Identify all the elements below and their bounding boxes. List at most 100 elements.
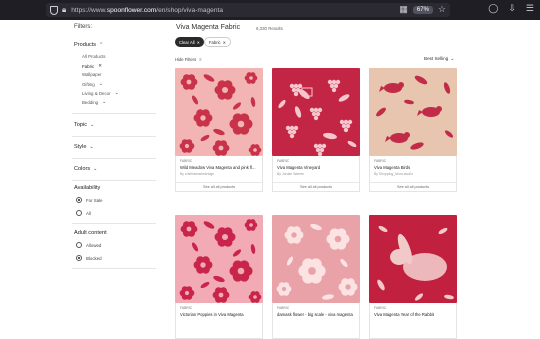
sidebar-item-gifting[interactable]: Gifting ⌄	[82, 81, 103, 87]
product-designer[interactable]: By cristinamariedesign	[180, 172, 258, 176]
url-text[interactable]: https://www.spoonflower.com/en/shop/viva…	[71, 7, 223, 14]
divider	[72, 113, 156, 114]
sidebar-item-wallpaper[interactable]: Wallpaper	[82, 72, 102, 77]
see-all-products-link[interactable]: See all all products	[273, 182, 359, 191]
filters-sidebar: Filters: Products ⌃ All Products Fabric ✕…	[70, 20, 156, 324]
availability-label: Availability	[74, 185, 101, 191]
radio-unchecked-icon[interactable]	[76, 242, 82, 248]
colors-label: Colors	[74, 166, 91, 172]
radio-label: Allowed	[86, 242, 102, 248]
filters-title: Filters:	[74, 24, 92, 30]
close-icon[interactable]: ✕	[98, 63, 102, 69]
product-designer[interactable]: By Jordan Warren	[277, 172, 355, 176]
shield-icon[interactable]	[50, 5, 58, 15]
zoom-level[interactable]: 67%	[412, 5, 433, 14]
sidebar-item-living-decor[interactable]: Living & Decor ⌄	[82, 90, 119, 96]
adult-content-allowed-radio[interactable]: Allowed	[76, 242, 101, 248]
radio-checked-icon[interactable]	[76, 197, 82, 203]
availability-all-radio[interactable]: All	[76, 210, 91, 216]
product-card[interactable]: FABRIC Wild Meadow Viva Magenta and pink…	[175, 68, 263, 192]
filter-chip-label: Fabric	[209, 39, 221, 45]
chevron-down-icon: ⌄	[450, 56, 455, 62]
product-name[interactable]: Viva Magenta Birds	[374, 165, 452, 170]
product-card[interactable]: FABRIC damask flower - big scale - viva …	[272, 215, 360, 339]
availability-for-sale-radio[interactable]: For Sale	[76, 197, 103, 203]
clear-all-button[interactable]: Clear All ✕	[175, 37, 205, 47]
chevron-down-icon: ⌄	[114, 90, 119, 96]
lock-icon[interactable]: 🔒︎	[62, 5, 66, 15]
product-name[interactable]: Victorian Poppies in Viva Magenta	[180, 312, 258, 317]
products-label: Products	[74, 42, 97, 48]
clear-all-label: Clear All	[179, 39, 195, 45]
topic-label: Topic	[74, 122, 88, 128]
see-all-products-link[interactable]: See all all products	[370, 182, 456, 191]
active-filter-chip[interactable]: Fabric ✕	[204, 37, 232, 47]
product-card[interactable]: FABRIC Viva Magenta Year of the Rabbit	[369, 215, 457, 339]
product-card[interactable]: FABRIC Victorian Poppies in Viva Magenta	[175, 215, 263, 339]
product-thumbnail[interactable]	[369, 215, 457, 303]
radio-unchecked-icon[interactable]	[76, 210, 82, 216]
product-thumbnail[interactable]	[175, 215, 263, 303]
url-bar[interactable]: 🔒︎ https://www.spoonflower.com/en/shop/v…	[46, 3, 450, 17]
sidebar-item-all-products[interactable]: All Products	[82, 54, 105, 59]
product-info: FABRIC damask flower - big scale - viva …	[272, 303, 360, 339]
product-info: FABRIC Viva Magenta Year of the Rabbit	[369, 303, 457, 339]
bookmark-star-icon[interactable]: ☆	[438, 5, 446, 14]
topic-filter-toggle[interactable]: Topic ⌄	[74, 122, 94, 128]
chevron-down-icon: ⌄	[90, 122, 95, 128]
availability-heading: Availability	[74, 185, 100, 191]
radio-label: Blocked	[86, 255, 102, 261]
style-filter-toggle[interactable]: Style ⌄	[74, 144, 94, 150]
divider	[72, 268, 156, 269]
product-category: FABRIC	[277, 306, 290, 310]
product-info: FABRIC Wild Meadow Viva Magenta and pink…	[175, 156, 263, 192]
product-thumbnail[interactable]	[369, 68, 457, 156]
product-listing: Viva Magenta Fabric 6,330 Results Clear …	[170, 20, 470, 339]
product-category: FABRIC	[180, 306, 193, 310]
product-name[interactable]: damask flower - big scale - viva magenta	[277, 312, 355, 317]
item-label: Fabric	[82, 63, 95, 69]
product-card[interactable]: FABRIC Viva Magenta Birds By Shopping_Mo…	[369, 68, 457, 192]
item-label: Wallpaper	[82, 72, 102, 77]
product-info: FABRIC Viva Magenta Vineyard By Jordan W…	[272, 156, 360, 192]
pocket-icon[interactable]: ◯	[488, 4, 498, 13]
divider	[72, 136, 156, 137]
divider	[72, 180, 156, 181]
product-info: FABRIC Victorian Poppies in Viva Magenta	[175, 303, 263, 339]
product-category: FABRIC	[374, 159, 387, 163]
adult-content-blocked-radio[interactable]: Blocked	[76, 255, 102, 261]
sidebar-item-fabric[interactable]: Fabric ✕	[82, 63, 102, 69]
filter-sliders-icon: ≡	[199, 57, 202, 62]
product-designer[interactable]: By Shopping_Mom-studio	[374, 172, 452, 176]
products-filter-toggle[interactable]: Products ⌃	[74, 42, 103, 48]
colors-filter-toggle[interactable]: Colors ⌄	[74, 166, 97, 172]
product-info: FABRIC Viva Magenta Birds By Shopping_Mo…	[369, 156, 457, 192]
divider	[72, 158, 156, 159]
see-all-products-link[interactable]: See all all products	[176, 182, 262, 191]
product-card[interactable]: FABRIC Viva Magenta Vineyard By Jordan W…	[272, 68, 360, 192]
hide-filters-button[interactable]: Hide Filters ≡	[175, 57, 202, 62]
product-thumbnail[interactable]	[175, 68, 263, 156]
adult-content-heading: Adult content	[74, 230, 107, 236]
sort-dropdown[interactable]: Best Selling ⌄	[424, 56, 454, 62]
product-category: FABRIC	[277, 159, 290, 163]
product-name[interactable]: Wild Meadow Viva Magenta and pink fl...	[180, 165, 258, 170]
chevron-up-icon: ⌃	[99, 42, 104, 48]
download-icon[interactable]: ⇩	[508, 4, 516, 13]
browser-toolbar: 🔒︎ https://www.spoonflower.com/en/shop/v…	[0, 0, 540, 20]
extensions-icon[interactable]: ☰	[526, 4, 534, 13]
item-label: Living & Decor	[82, 90, 111, 96]
product-name[interactable]: Viva Magenta Year of the Rabbit	[374, 312, 452, 317]
item-label: Gifting	[82, 81, 95, 87]
product-category: FABRIC	[374, 306, 387, 310]
close-icon[interactable]: ✕	[223, 40, 227, 45]
hide-filters-label: Hide Filters	[175, 57, 197, 62]
product-thumbnail[interactable]	[272, 68, 360, 156]
radio-checked-icon[interactable]	[76, 255, 82, 261]
page-title: Viva Magenta Fabric	[176, 24, 241, 31]
sidebar-item-bedding[interactable]: Bedding ⌄	[82, 99, 106, 105]
reader-view-icon[interactable]: ▦	[399, 5, 408, 14]
product-thumbnail[interactable]	[272, 215, 360, 303]
style-label: Style	[74, 144, 87, 150]
product-name[interactable]: Viva Magenta Vineyard	[277, 165, 355, 170]
